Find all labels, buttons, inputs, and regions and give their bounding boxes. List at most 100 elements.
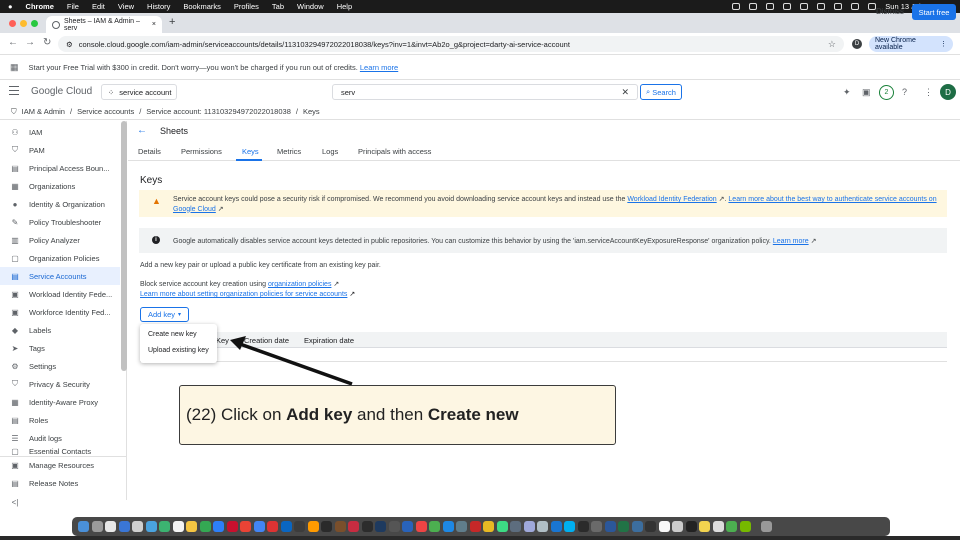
close-tab-icon[interactable]: × <box>152 21 156 28</box>
sidebar-item-roles[interactable]: ▤ Roles <box>0 411 120 429</box>
app-icon[interactable] <box>712 521 724 532</box>
trash-icon[interactable] <box>761 521 772 532</box>
skype-icon[interactable] <box>564 521 575 532</box>
column-key[interactable]: Key <box>216 336 229 345</box>
back-arrow-icon[interactable]: ← <box>137 125 147 136</box>
chrome-menu-icon[interactable]: ⋮ <box>940 40 947 48</box>
avatar[interactable]: D <box>940 84 956 100</box>
app-icon[interactable] <box>213 521 224 532</box>
dismiss-button[interactable]: Dismiss <box>876 7 904 16</box>
app-icon[interactable] <box>483 521 494 532</box>
app-icon[interactable] <box>658 521 670 532</box>
app-icon[interactable] <box>577 521 589 532</box>
url-text[interactable]: console.cloud.google.com/iam-admin/servi… <box>79 40 570 49</box>
tab-keys[interactable]: Keys <box>242 147 259 156</box>
sidebar-item-workload-identity[interactable]: ▣ Workload Identity Fede... <box>0 285 120 303</box>
gemini-sparkle-icon[interactable]: ✦ <box>843 87 851 98</box>
menubar-item-help[interactable]: Help <box>337 2 352 11</box>
learn-more-authenticate-link[interactable]: Learn more about the best way to authent… <box>728 196 936 203</box>
search-value[interactable]: serv <box>341 88 355 97</box>
app-icon[interactable] <box>375 521 386 532</box>
app-icon[interactable] <box>415 521 427 532</box>
learn-org-policies-link[interactable]: Learn more about setting organization po… <box>140 291 347 298</box>
app-icon[interactable] <box>469 521 481 532</box>
app-icon[interactable] <box>537 521 548 532</box>
menubar-item-view[interactable]: View <box>118 2 134 11</box>
collapse-sidebar-button[interactable]: <| <box>0 497 120 507</box>
new-tab-button[interactable]: + <box>169 16 175 28</box>
app-icon[interactable] <box>388 521 400 532</box>
breadcrumb-service-accounts[interactable]: Service accounts <box>77 107 134 116</box>
clear-search-icon[interactable]: ✕ <box>621 87 629 98</box>
sidebar-item-tags[interactable]: ➤ Tags <box>0 339 120 357</box>
app-icon[interactable] <box>429 521 440 532</box>
column-creation-date[interactable]: Creation date <box>244 336 289 345</box>
app-icon[interactable] <box>442 521 454 532</box>
back-icon[interactable]: ← <box>8 37 18 48</box>
app-icon[interactable] <box>132 521 143 532</box>
wifi-icon[interactable] <box>834 3 843 10</box>
sidebar-item-organization-policies[interactable]: ▢ Organization Policies <box>0 249 120 267</box>
breadcrumb-iam-admin[interactable]: IAM & Admin <box>22 107 65 116</box>
app-icon[interactable] <box>631 521 643 532</box>
new-chrome-available-button[interactable]: New Chrome available ⋮ <box>869 36 953 52</box>
breadcrumb-service-account[interactable]: Service account: 113103294972022018038 <box>146 107 291 116</box>
sidebar-item-workforce-identity[interactable]: ▣ Workforce Identity Fed... <box>0 303 120 321</box>
terminal-icon[interactable] <box>645 521 656 532</box>
chrome-icon[interactable] <box>253 521 265 532</box>
help-icon[interactable]: ? <box>902 87 907 97</box>
trial-learn-more-link[interactable]: Learn more <box>360 63 398 72</box>
google-cloud-logo[interactable]: Google Cloud <box>31 86 92 97</box>
hamburger-menu-icon[interactable] <box>9 86 19 95</box>
reload-icon[interactable]: ↻ <box>43 37 51 48</box>
sidebar-item-policy-analyzer[interactable]: ▥ Policy Analyzer <box>0 231 120 249</box>
app-icon[interactable] <box>294 521 305 532</box>
app-icon[interactable] <box>550 521 562 532</box>
tab-logs[interactable]: Logs <box>322 147 338 156</box>
tab-details[interactable]: Details <box>138 147 161 156</box>
sidebar-item-release-notes[interactable]: ▤ Release Notes <box>0 474 120 492</box>
sidebar-item-manage-resources[interactable]: ▣ Manage Resources <box>0 456 120 474</box>
status-icon[interactable] <box>766 3 775 10</box>
tab-principals-with-access[interactable]: Principals with access <box>358 147 431 156</box>
sidebar-item-privacy-security[interactable]: ⛉ Privacy & Security <box>0 375 120 393</box>
app-icon[interactable] <box>199 521 211 532</box>
apple-icon[interactable]: ● <box>8 2 13 11</box>
menubar-item-tab[interactable]: Tab <box>272 2 284 11</box>
omnibox[interactable]: ⚙ console.cloud.google.com/iam-admin/ser… <box>58 36 844 52</box>
notes-app-icon[interactable] <box>186 521 197 532</box>
word-icon[interactable] <box>604 521 616 532</box>
illustrator-icon[interactable] <box>307 521 319 532</box>
app-icon[interactable] <box>456 521 467 532</box>
add-key-button[interactable]: Add key ▾ <box>140 307 189 322</box>
menu-item-create-new-key[interactable]: Create new key <box>148 331 197 338</box>
sidebar-item-iam[interactable]: ⚇ IAM <box>0 123 120 141</box>
forward-icon[interactable]: → <box>25 37 35 48</box>
app-icon[interactable] <box>226 521 238 532</box>
organization-policies-link[interactable]: organization policies <box>268 281 331 288</box>
menubar-item-window[interactable]: Window <box>297 2 324 11</box>
vscode-icon[interactable] <box>280 521 292 532</box>
app-icon[interactable] <box>321 521 332 532</box>
app-icon[interactable] <box>496 521 508 532</box>
safari-icon[interactable] <box>145 521 157 532</box>
menubar-app[interactable]: Chrome <box>26 2 54 11</box>
status-icon[interactable] <box>783 3 792 10</box>
launchpad-icon[interactable] <box>91 521 103 532</box>
app-icon[interactable] <box>699 521 710 532</box>
close-window-button[interactable] <box>9 20 16 27</box>
app-icon[interactable] <box>105 521 116 532</box>
info-learn-more-link[interactable]: Learn more <box>773 238 809 245</box>
cloud-shell-icon[interactable]: ▣ <box>862 87 871 98</box>
sidebar-item-identity-organization[interactable]: ● Identity & Organization <box>0 195 120 213</box>
site-info-icon[interactable]: ⚙ <box>66 40 73 49</box>
sidebar-item-audit-logs[interactable]: ☰ Audit logs <box>0 429 120 447</box>
app-icon[interactable] <box>591 521 602 532</box>
menubar-item-edit[interactable]: Edit <box>92 2 105 11</box>
app-icon[interactable] <box>267 521 278 532</box>
menubar-item-bookmarks[interactable]: Bookmarks <box>183 2 221 11</box>
indesign-icon[interactable] <box>348 521 359 532</box>
app-icon[interactable] <box>361 521 373 532</box>
status-icon[interactable] <box>732 3 741 10</box>
sidebar-scrollbar[interactable] <box>121 121 127 371</box>
